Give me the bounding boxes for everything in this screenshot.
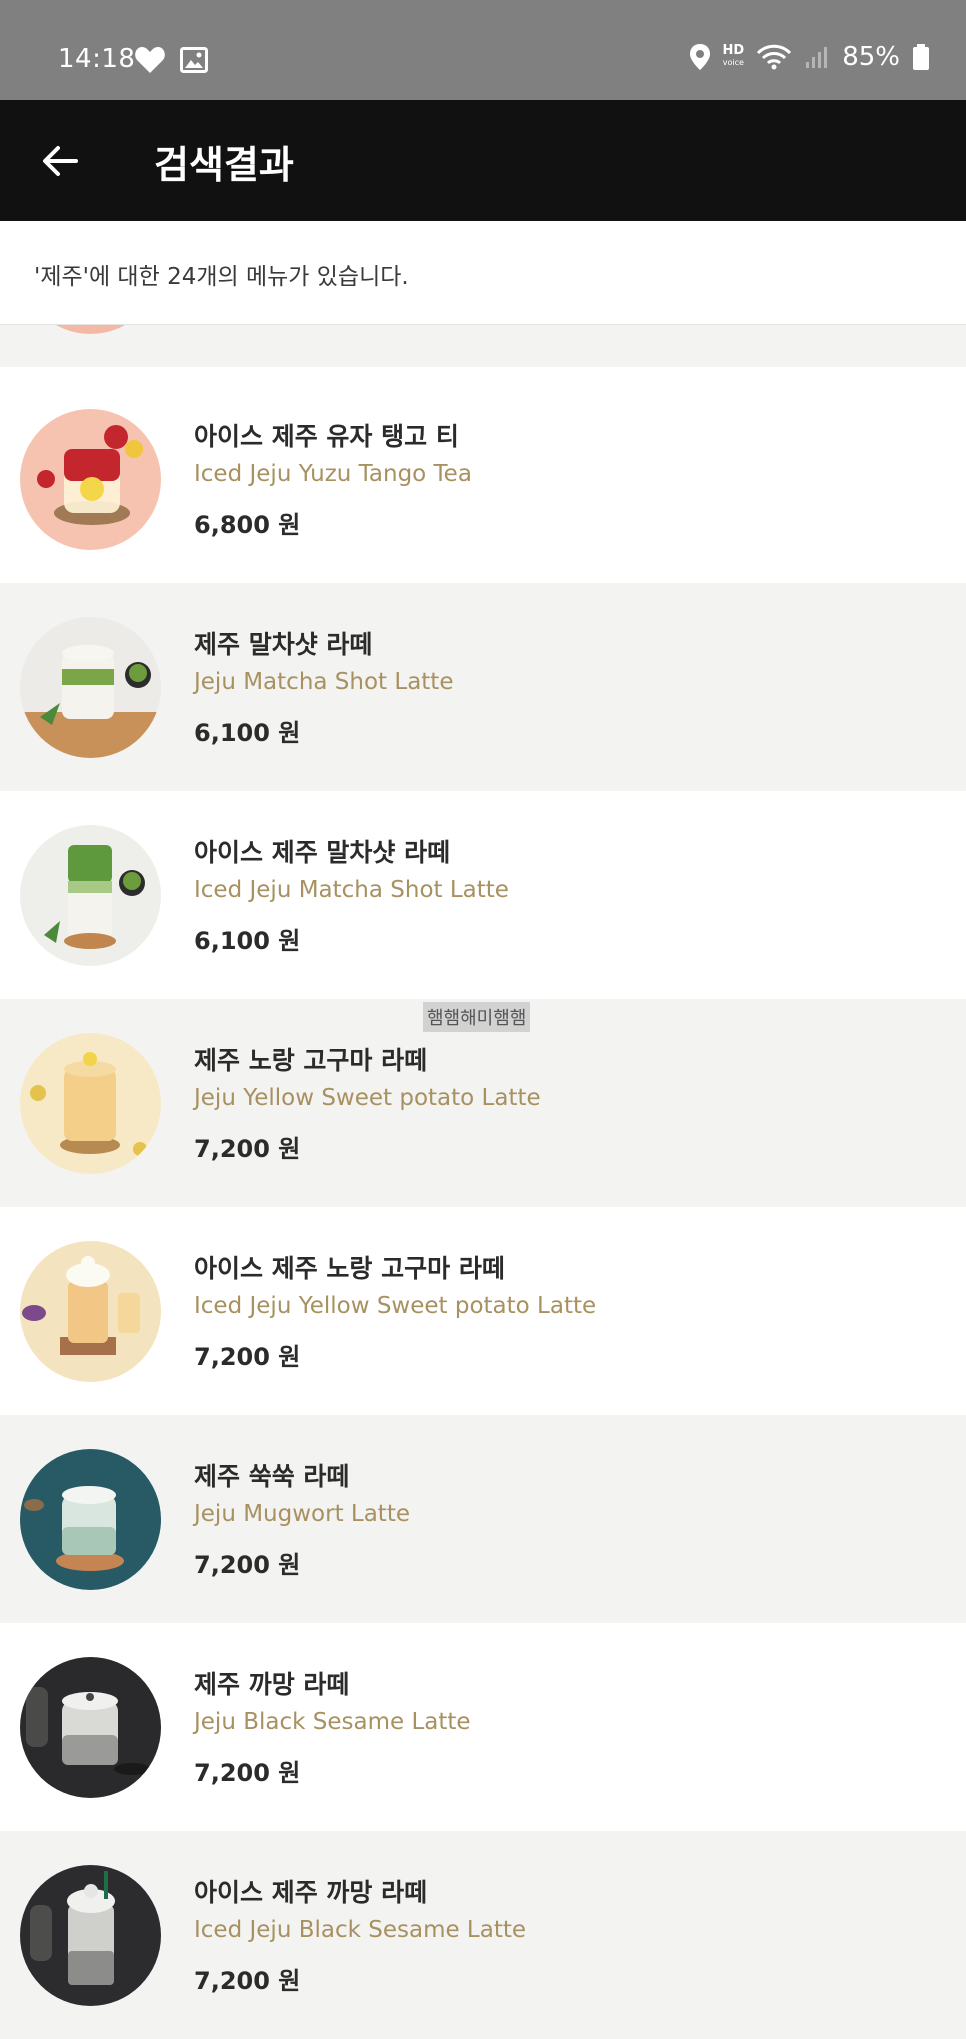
menu-item-image: [20, 1241, 161, 1382]
menu-item-price: 6,800 원: [194, 511, 301, 539]
menu-item-name-ko: 아이스 제주 까망 라떼: [194, 1878, 428, 1907]
battery-percent: 85%: [842, 42, 900, 72]
app-bar: 검색결과: [0, 100, 966, 221]
menu-item-name-ko: 제주 까망 라떼: [194, 1670, 350, 1699]
menu-item-iced-jeju-black-sesame-latte[interactable]: 아이스 제주 까망 라떼 Iced Jeju Black Sesame Latt…: [0, 1831, 966, 2039]
status-time: 14:18: [58, 44, 136, 74]
menu-item-image: [20, 325, 161, 334]
menu-item-price: 7,200 원: [194, 1967, 301, 1995]
menu-list[interactable]: 아이스 제주 유자 탱고 티 Iced Jeju Yuzu Tango Tea …: [0, 325, 966, 2039]
menu-item-iced-jeju-yellow-sweet-potato-latte[interactable]: 아이스 제주 노랑 고구마 라떼 Iced Jeju Yellow Sweet …: [0, 1207, 966, 1415]
result-summary-bar: '제주'에 대한 24개의 메뉴가 있습니다.: [0, 221, 966, 325]
menu-item-price: 6,100 원: [194, 719, 301, 747]
menu-item-name-en: Iced Jeju Yellow Sweet potato Latte: [194, 1293, 597, 1319]
menu-item-iced-jeju-yuzu-tango-tea[interactable]: 아이스 제주 유자 탱고 티 Iced Jeju Yuzu Tango Tea …: [0, 375, 966, 583]
wifi-icon: [757, 44, 792, 70]
menu-item-image: [20, 1449, 161, 1590]
menu-item-partial[interactable]: [0, 325, 966, 367]
location-icon: [689, 44, 710, 70]
menu-item-image: [20, 1657, 161, 1798]
back-arrow-icon: [43, 146, 78, 176]
menu-item-name-ko: 아이스 제주 유자 탱고 티: [194, 422, 459, 451]
menu-item-name-en: Iced Jeju Black Sesame Latte: [194, 1917, 527, 1943]
signal-icon: [806, 47, 828, 68]
menu-item-price: 7,200 원: [194, 1343, 301, 1371]
result-summary-text: '제주'에 대한 24개의 메뉴가 있습니다.: [34, 264, 409, 290]
menu-item-image: [20, 1033, 161, 1174]
menu-item-name-ko: 제주 말차샷 라떼: [194, 630, 373, 659]
menu-item-name-en: Iced Jeju Matcha Shot Latte: [194, 877, 509, 903]
menu-item-name-en: Jeju Matcha Shot Latte: [194, 669, 454, 695]
page-title: 검색결과: [154, 143, 294, 187]
menu-item-name-en: Jeju Yellow Sweet potato Latte: [194, 1085, 541, 1111]
status-bar: 14:18 HD voice 85%: [0, 0, 966, 100]
menu-item-jeju-black-sesame-latte[interactable]: 제주 까망 라떼 Jeju Black Sesame Latte 7,200 원: [0, 1623, 966, 1831]
hd-label: HD: [722, 43, 745, 58]
status-right-icons: HD voice 85%: [689, 42, 930, 72]
menu-item-image: [20, 409, 161, 550]
hd-voice-icon: HD voice: [722, 43, 745, 69]
menu-item-name-ko: 제주 노랑 고구마 라떼: [194, 1046, 428, 1075]
menu-item-price: 7,200 원: [194, 1551, 301, 1579]
menu-item-name-ko: 제주 쑥쑥 라떼: [194, 1462, 350, 1491]
menu-item-image: [20, 825, 161, 966]
menu-item-name-ko: 아이스 제주 노랑 고구마 라떼: [194, 1254, 505, 1283]
menu-item-jeju-matcha-shot-latte[interactable]: 제주 말차샷 라떼 Jeju Matcha Shot Latte 6,100 원: [0, 583, 966, 791]
menu-item-image: [20, 617, 161, 758]
battery-icon: [913, 44, 929, 70]
menu-item-name-en: Iced Jeju Yuzu Tango Tea: [194, 461, 472, 487]
menu-item-image: [20, 1865, 161, 2006]
hd-sub-label: voice: [722, 58, 744, 67]
menu-item-price: 7,200 원: [194, 1135, 301, 1163]
menu-item-name-ko: 아이스 제주 말차샷 라떼: [194, 838, 451, 867]
heart-icon: [135, 47, 165, 73]
menu-item-iced-jeju-matcha-shot-latte[interactable]: 아이스 제주 말차샷 라떼 Iced Jeju Matcha Shot Latt…: [0, 791, 966, 999]
back-button[interactable]: [36, 136, 86, 186]
menu-item-price: 6,100 원: [194, 927, 301, 955]
overlay-label: 햄햄해미햄햄: [423, 1002, 531, 1032]
menu-item-jeju-mugwort-latte[interactable]: 제주 쑥쑥 라떼 Jeju Mugwort Latte 7,200 원: [0, 1415, 966, 1623]
status-left-icons: [134, 46, 208, 74]
menu-item-name-en: Jeju Black Sesame Latte: [194, 1709, 471, 1735]
menu-item-name-en: Jeju Mugwort Latte: [194, 1501, 410, 1527]
menu-item-price: 7,200 원: [194, 1759, 301, 1787]
image-icon: [180, 47, 208, 73]
